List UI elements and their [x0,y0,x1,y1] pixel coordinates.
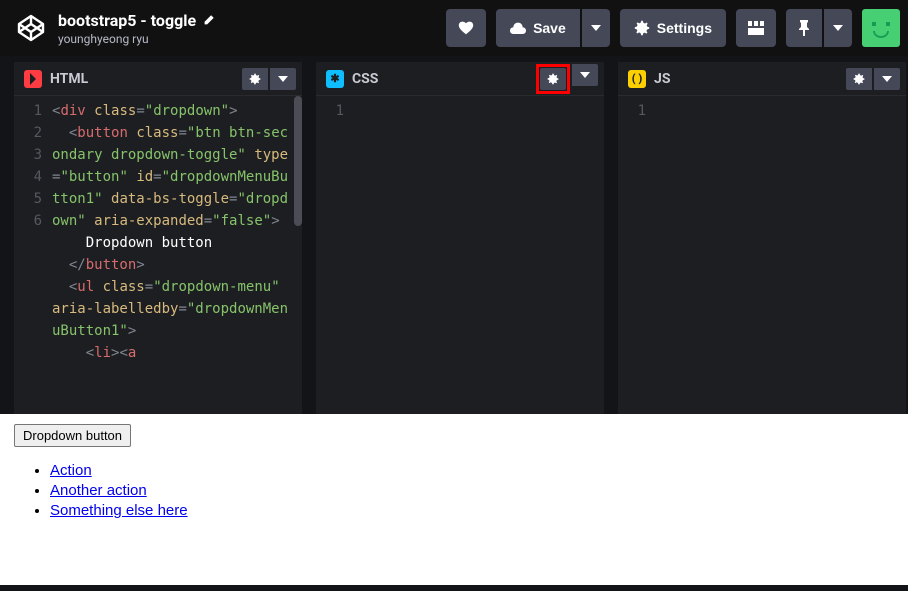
css-settings-button[interactable] [540,68,566,90]
js-editor-header: ( ) JS [618,62,906,96]
avatar-face-icon [869,16,893,40]
css-gutter: 1 [316,96,354,414]
html-editor: HTML 123456 <div class="dropdown"> <butt… [14,62,302,414]
pin-dropdown-button[interactable] [824,9,852,47]
html-gutter: 123456 [14,96,52,414]
js-editor: ( ) JS 1 [618,62,908,414]
list-item: Action [50,461,894,481]
dropdown-link[interactable]: Another action [50,482,147,499]
chevron-down-icon [591,25,601,31]
edit-icon [202,14,215,27]
settings-button[interactable]: Settings [620,9,726,47]
chevron-down-icon [580,72,590,78]
list-item: Something else here [50,501,894,521]
js-settings-button[interactable] [846,68,872,90]
css-editor: ✱ CSS 1 [316,62,604,414]
css-code[interactable] [354,96,604,414]
html-code[interactable]: <div class="dropdown"> <button class="bt… [52,96,302,414]
dropdown-link[interactable]: Something else here [50,502,188,519]
html-badge-icon [24,70,42,88]
js-editor-title: JS [654,71,838,87]
layout-button[interactable] [736,9,776,47]
cloud-icon [510,22,526,34]
pin-button-group [786,9,852,47]
html-expand-button[interactable] [270,68,296,90]
love-button[interactable] [446,9,486,47]
editors-row: HTML 123456 <div class="dropdown"> <butt… [0,56,908,414]
js-gutter: 1 [618,96,656,414]
html-editor-title: HTML [50,71,234,87]
js-expand-button[interactable] [874,68,900,90]
highlight-marker [536,64,570,94]
css-editor-header: ✱ CSS [316,62,604,96]
js-editor-body[interactable]: 1 [618,96,906,414]
js-code[interactable] [656,96,906,414]
pen-title-text: bootstrap5 - toggle [58,11,196,30]
gear-icon [634,20,650,36]
chevron-down-icon [833,25,843,31]
dropdown-button[interactable]: Dropdown button [14,424,131,447]
dropdown-list: Action Another action Something else here [50,461,894,521]
preview-pane: Dropdown button Action Another action Some… [0,414,908,585]
js-editor-buttons [846,68,900,90]
pin-icon [798,20,810,36]
html-editor-buttons [242,68,296,90]
app-header: bootstrap5 - toggle younghyeong ryu Save… [0,0,908,56]
html-settings-button[interactable] [242,68,268,90]
js-badge-icon: ( ) [628,70,646,88]
pin-button[interactable] [786,9,822,47]
scrollbar[interactable] [294,96,302,226]
gear-icon [853,73,865,85]
heart-icon [458,20,474,36]
list-item: Another action [50,481,894,501]
dropdown-link[interactable]: Action [50,462,92,479]
css-editor-body[interactable]: 1 [316,96,604,414]
settings-label: Settings [657,20,712,36]
save-dropdown-button[interactable] [582,9,610,47]
gear-icon [547,73,559,85]
chevron-down-icon [278,76,288,82]
layout-icon [748,21,764,35]
save-button-group: Save [496,9,610,47]
pen-title[interactable]: bootstrap5 - toggle [58,11,436,30]
avatar[interactable] [862,9,900,47]
css-editor-buttons [536,64,598,94]
save-label: Save [533,20,566,36]
chevron-down-icon [882,76,892,82]
html-editor-body[interactable]: 123456 <div class="dropdown"> <button cl… [14,96,302,414]
gear-icon [249,73,261,85]
title-area: bootstrap5 - toggle younghyeong ryu [58,11,436,46]
pen-author[interactable]: younghyeong ryu [58,32,436,46]
css-expand-button[interactable] [572,64,598,86]
css-editor-title: CSS [352,71,528,87]
save-button[interactable]: Save [496,9,580,47]
codepen-logo[interactable] [14,11,48,45]
css-badge-icon: ✱ [326,70,344,88]
html-editor-header: HTML [14,62,302,96]
